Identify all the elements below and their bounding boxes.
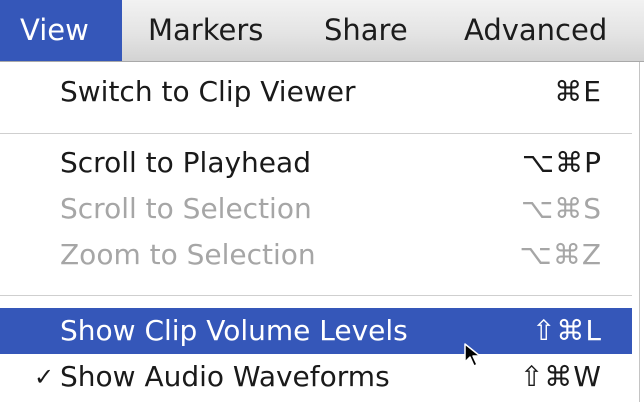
menu-item-label: Zoom to Selection xyxy=(60,238,316,271)
menu-item-shortcut: ⌘E xyxy=(554,75,602,108)
menu-view[interactable]: View xyxy=(0,0,122,61)
menu-item-show-audio-waveforms[interactable]: ✓ Show Audio Waveforms ⇧⌘W xyxy=(0,354,632,400)
menu-item-label: Show Clip Volume Levels xyxy=(60,314,408,347)
view-menu-dropdown: Switch to Clip Viewer ⌘E Scroll to Playh… xyxy=(0,62,640,402)
menu-markers[interactable]: Markers xyxy=(148,0,263,61)
checkmark-icon: ✓ xyxy=(34,363,55,391)
menu-bar: View Markers Share Advanced xyxy=(0,0,644,62)
menu-item-scroll-to-selection: Scroll to Selection ⌥⌘S xyxy=(0,186,632,232)
menu-item-shortcut: ⌥⌘S xyxy=(520,192,602,225)
menu-item-scroll-to-playhead[interactable]: Scroll to Playhead ⌥⌘P xyxy=(0,140,632,186)
menu-item-shortcut: ⇧⌘L xyxy=(531,314,602,347)
menu-item-label: Scroll to Selection xyxy=(60,192,312,225)
menu-advanced[interactable]: Advanced xyxy=(464,0,607,61)
menu-item-label: Switch to Clip Viewer xyxy=(60,75,356,108)
menu-item-show-clip-volume-levels[interactable]: Show Clip Volume Levels ⇧⌘L xyxy=(0,308,632,354)
menu-item-label: Scroll to Playhead xyxy=(60,146,311,179)
menu-item-zoom-to-selection: Zoom to Selection ⌥⌘Z xyxy=(0,232,632,278)
menu-item-label: Show Audio Waveforms xyxy=(60,360,390,393)
menu-item-shortcut: ⇧⌘W xyxy=(519,360,602,393)
menu-item-shortcut: ⌥⌘Z xyxy=(519,238,602,271)
arrow-pointer-icon xyxy=(464,343,481,367)
menu-separator xyxy=(0,295,632,296)
menu-item-switch-to-clip-viewer[interactable]: Switch to Clip Viewer ⌘E xyxy=(0,69,632,115)
menu-share[interactable]: Share xyxy=(324,0,408,61)
menu-separator xyxy=(0,133,632,134)
menu-item-shortcut: ⌥⌘P xyxy=(521,146,602,179)
